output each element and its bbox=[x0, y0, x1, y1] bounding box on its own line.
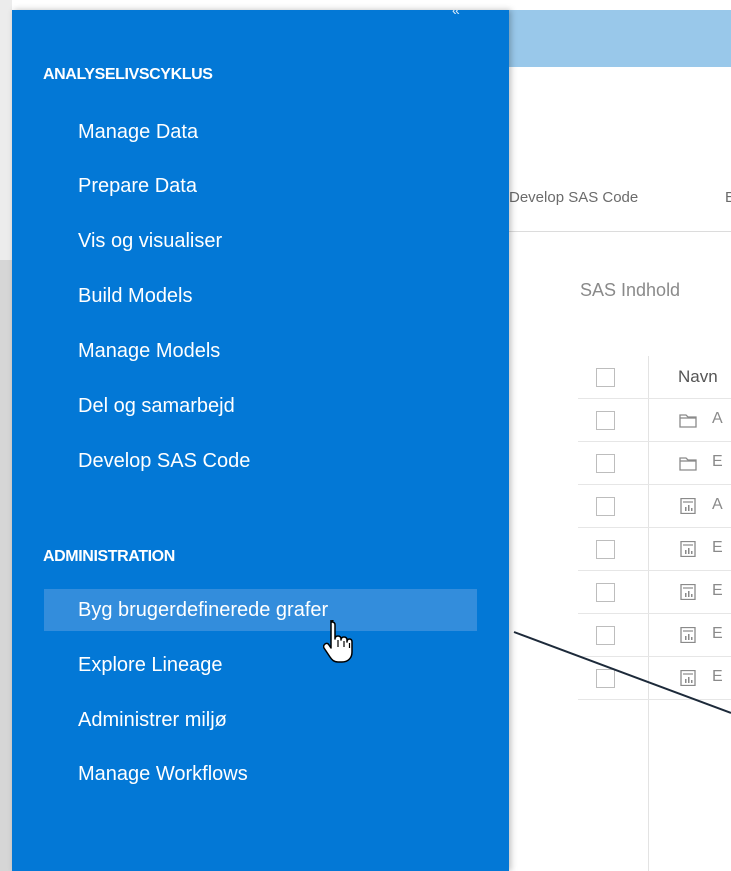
row-name: E bbox=[712, 582, 723, 599]
select-all-checkbox[interactable] bbox=[596, 368, 615, 387]
table-row[interactable]: E bbox=[578, 657, 731, 700]
folder-icon bbox=[679, 414, 697, 428]
report-icon bbox=[680, 584, 696, 600]
nav-item-develop-sas-code[interactable]: Develop SAS Code bbox=[44, 440, 477, 482]
row-checkbox[interactable] bbox=[596, 669, 615, 688]
report-icon bbox=[680, 498, 696, 514]
report-icon bbox=[680, 670, 696, 686]
nav-item-administrer-miljo[interactable]: Administrer miljø bbox=[44, 699, 477, 741]
table-row[interactable]: A bbox=[578, 399, 731, 442]
row-checkbox[interactable] bbox=[596, 411, 615, 430]
table-row[interactable]: E bbox=[578, 528, 731, 571]
table-row[interactable]: E bbox=[578, 614, 731, 657]
row-checkbox[interactable] bbox=[596, 497, 615, 516]
background-edge-top bbox=[0, 0, 12, 260]
nav-item-del-og-samarbejd[interactable]: Del og samarbejd bbox=[44, 385, 477, 427]
row-name: A bbox=[712, 410, 723, 427]
row-name: E bbox=[712, 453, 723, 470]
section-heading-analyselivscyklus: ANALYSELIVSCYKLUS bbox=[43, 66, 213, 83]
navigation-panel: « ANALYSELIVSCYKLUS Manage Data Prepare … bbox=[12, 10, 509, 871]
tab-develop-sas-code[interactable]: Develop SAS Code bbox=[509, 189, 669, 206]
app-window: Develop SAS Code E SAS Indhold Navn A E … bbox=[0, 0, 731, 871]
row-checkbox[interactable] bbox=[596, 540, 615, 559]
hand-pointer-icon bbox=[323, 620, 353, 663]
table-row[interactable]: E bbox=[578, 442, 731, 485]
nav-item-build-models[interactable]: Build Models bbox=[44, 275, 477, 317]
row-name: E bbox=[712, 668, 723, 685]
table-row[interactable]: A bbox=[578, 485, 731, 528]
nav-item-byg-brugerdefinerede-grafer[interactable]: Byg brugerdefinerede grafer bbox=[44, 589, 477, 631]
nav-item-manage-workflows[interactable]: Manage Workflows bbox=[44, 753, 477, 795]
row-name: E bbox=[712, 539, 723, 556]
nav-item-explore-lineage[interactable]: Explore Lineage bbox=[44, 644, 477, 686]
row-name: A bbox=[712, 496, 723, 513]
double-chevron-left-icon[interactable]: « bbox=[452, 10, 470, 18]
content-title: SAS Indhold bbox=[580, 280, 681, 300]
row-name: E bbox=[712, 625, 723, 642]
report-icon bbox=[680, 541, 696, 557]
table-header-row: Navn bbox=[578, 356, 731, 399]
section-heading-administration: ADMINISTRATION bbox=[43, 548, 175, 565]
folder-icon bbox=[679, 457, 697, 471]
app-header bbox=[509, 67, 731, 231]
nav-item-manage-models[interactable]: Manage Models bbox=[44, 330, 477, 372]
row-checkbox[interactable] bbox=[596, 454, 615, 473]
nav-item-prepare-data[interactable]: Prepare Data bbox=[44, 165, 477, 207]
table-row[interactable]: E bbox=[578, 571, 731, 614]
column-header-name[interactable]: Navn bbox=[678, 367, 731, 387]
nav-item-vis-og-visualiser[interactable]: Vis og visualiser bbox=[44, 220, 477, 262]
app-top-banner bbox=[509, 10, 731, 67]
tab-next[interactable]: E bbox=[725, 189, 731, 206]
nav-item-manage-data[interactable]: Manage Data bbox=[44, 111, 477, 153]
report-icon bbox=[680, 627, 696, 643]
row-checkbox[interactable] bbox=[596, 626, 615, 645]
row-checkbox[interactable] bbox=[596, 583, 615, 602]
